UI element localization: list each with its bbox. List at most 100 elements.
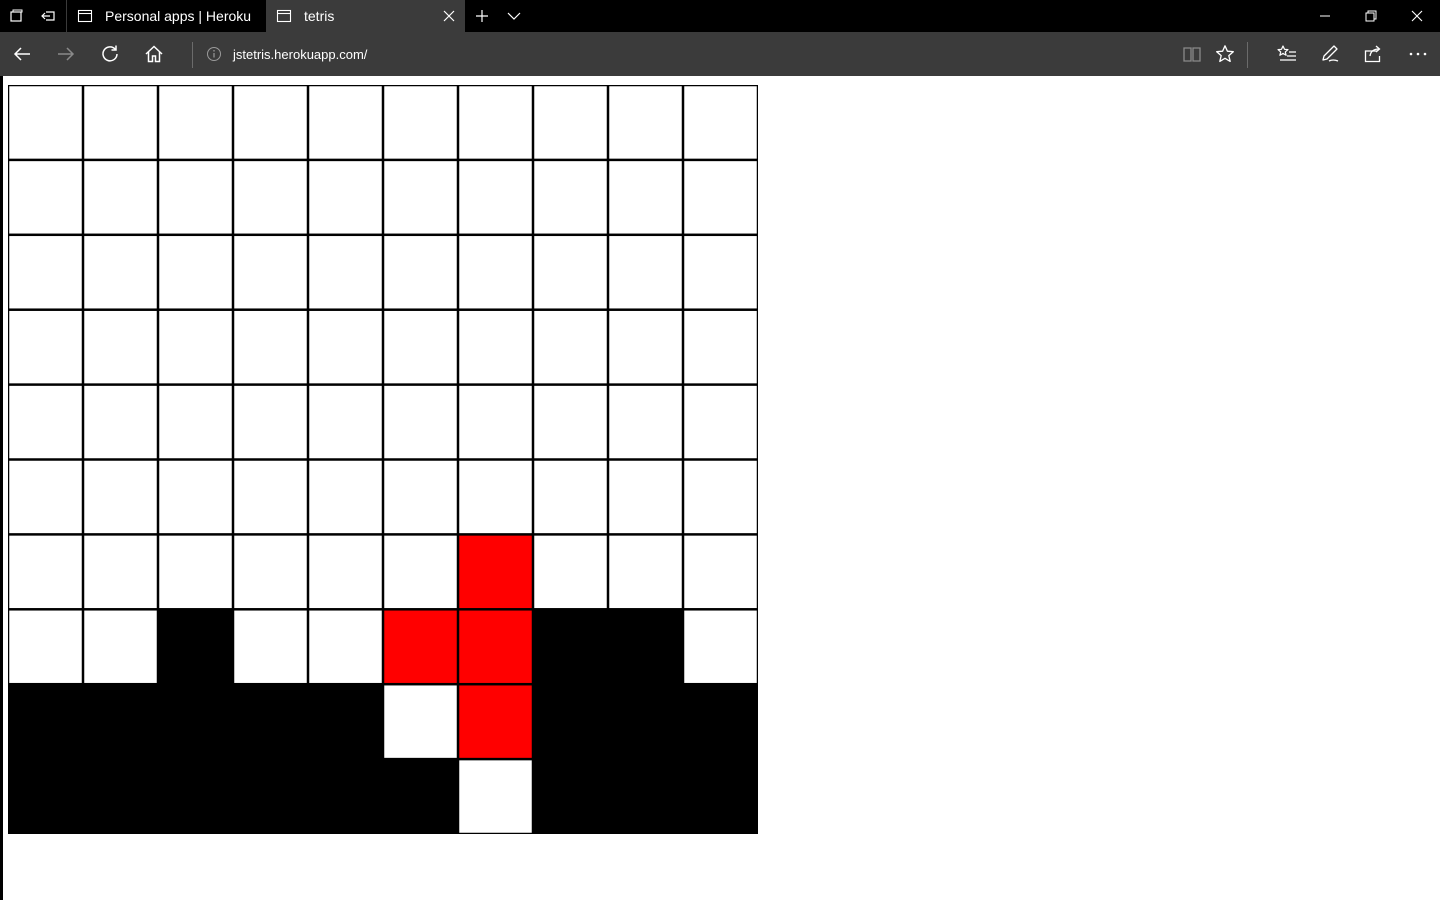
divider <box>1247 42 1248 68</box>
empty-cell <box>307 609 384 685</box>
empty-cell <box>307 459 384 535</box>
empty-cell <box>607 85 684 161</box>
empty-cell <box>532 309 609 385</box>
empty-cell <box>682 534 758 610</box>
empty-cell <box>232 309 309 385</box>
empty-cell <box>457 85 534 161</box>
empty-cell <box>682 459 758 535</box>
empty-cell <box>307 159 384 236</box>
tetris-grid <box>8 85 758 834</box>
filled-cell <box>532 609 609 685</box>
divider <box>192 42 193 68</box>
empty-cell <box>382 534 459 610</box>
plus-icon[interactable] <box>466 0 498 32</box>
chevron-down-icon[interactable] <box>498 0 530 32</box>
empty-cell <box>157 534 234 610</box>
filled-cell <box>8 683 84 760</box>
filled-cell <box>307 683 384 760</box>
empty-cell <box>457 309 534 385</box>
empty-cell <box>307 309 384 385</box>
empty-cell <box>532 384 609 460</box>
empty-cell <box>607 384 684 460</box>
empty-cell <box>307 384 384 460</box>
minimize-button[interactable] <box>1302 0 1348 32</box>
empty-cell <box>8 609 84 685</box>
close-window-button[interactable] <box>1394 0 1440 32</box>
empty-cell <box>82 159 159 236</box>
tab-personal-apps[interactable]: Personal apps | Heroku <box>66 0 265 32</box>
filled-cell <box>232 758 309 834</box>
favorites-list-icon[interactable] <box>1265 32 1309 76</box>
empty-cell <box>532 459 609 535</box>
empty-cell <box>607 234 684 310</box>
empty-cell <box>607 309 684 385</box>
empty-cell <box>307 234 384 310</box>
empty-cell <box>532 234 609 310</box>
empty-cell <box>382 459 459 535</box>
empty-cell <box>307 85 384 161</box>
empty-cell <box>157 159 234 236</box>
empty-cell <box>607 459 684 535</box>
home-icon[interactable] <box>132 32 176 76</box>
filled-cell <box>157 609 234 685</box>
filled-cell <box>232 683 309 760</box>
filled-cell <box>682 683 758 760</box>
close-tab-icon[interactable] <box>441 8 457 24</box>
empty-cell <box>8 159 84 236</box>
share-icon[interactable] <box>1351 32 1395 76</box>
empty-cell <box>8 234 84 310</box>
filled-cell <box>82 683 159 760</box>
empty-cell <box>8 534 84 610</box>
empty-cell <box>82 234 159 310</box>
address-text[interactable]: jstetris.herokuapp.com/ <box>233 47 367 62</box>
empty-cell <box>682 609 758 685</box>
empty-cell <box>682 234 758 310</box>
empty-cell <box>682 309 758 385</box>
empty-cell <box>457 459 534 535</box>
filled-cell <box>382 758 459 834</box>
empty-cell <box>8 85 84 161</box>
empty-cell <box>382 159 459 236</box>
info-icon[interactable] <box>206 46 222 62</box>
empty-cell <box>232 85 309 161</box>
empty-cell <box>82 534 159 610</box>
filled-cell <box>8 758 84 834</box>
empty-cell <box>457 384 534 460</box>
empty-cell <box>8 459 84 535</box>
empty-cell <box>607 534 684 610</box>
empty-cell <box>82 309 159 385</box>
empty-cell <box>682 85 758 161</box>
back-arrow-icon[interactable] <box>0 32 44 76</box>
page-icon <box>77 8 93 24</box>
address-bar[interactable]: jstetris.herokuapp.com/ <box>206 32 367 76</box>
filled-cell <box>157 758 234 834</box>
empty-cell <box>8 309 84 385</box>
empty-cell <box>382 85 459 161</box>
restore-button[interactable] <box>1348 0 1394 32</box>
active-piece-cell <box>457 683 534 760</box>
tab-manager-icon[interactable] <box>0 0 32 32</box>
active-piece-cell <box>457 609 534 685</box>
empty-cell <box>532 534 609 610</box>
tab-tetris[interactable]: tetris <box>266 0 465 32</box>
forward-arrow-icon[interactable] <box>44 32 88 76</box>
empty-cell <box>82 459 159 535</box>
active-piece-cell <box>382 609 459 685</box>
empty-cell <box>232 234 309 310</box>
empty-cell <box>157 459 234 535</box>
empty-cell <box>382 683 459 760</box>
empty-cell <box>382 234 459 310</box>
empty-cell <box>157 234 234 310</box>
pen-icon[interactable] <box>1308 32 1352 76</box>
empty-cell <box>232 159 309 236</box>
empty-cell <box>82 609 159 685</box>
empty-cell <box>307 534 384 610</box>
set-aside-tabs-icon[interactable] <box>32 0 64 32</box>
star-icon[interactable] <box>1203 32 1247 76</box>
ellipsis-icon[interactable] <box>1396 32 1440 76</box>
empty-cell <box>682 384 758 460</box>
refresh-icon[interactable] <box>88 32 132 76</box>
empty-cell <box>232 459 309 535</box>
empty-cell <box>232 609 309 685</box>
empty-cell <box>232 534 309 610</box>
